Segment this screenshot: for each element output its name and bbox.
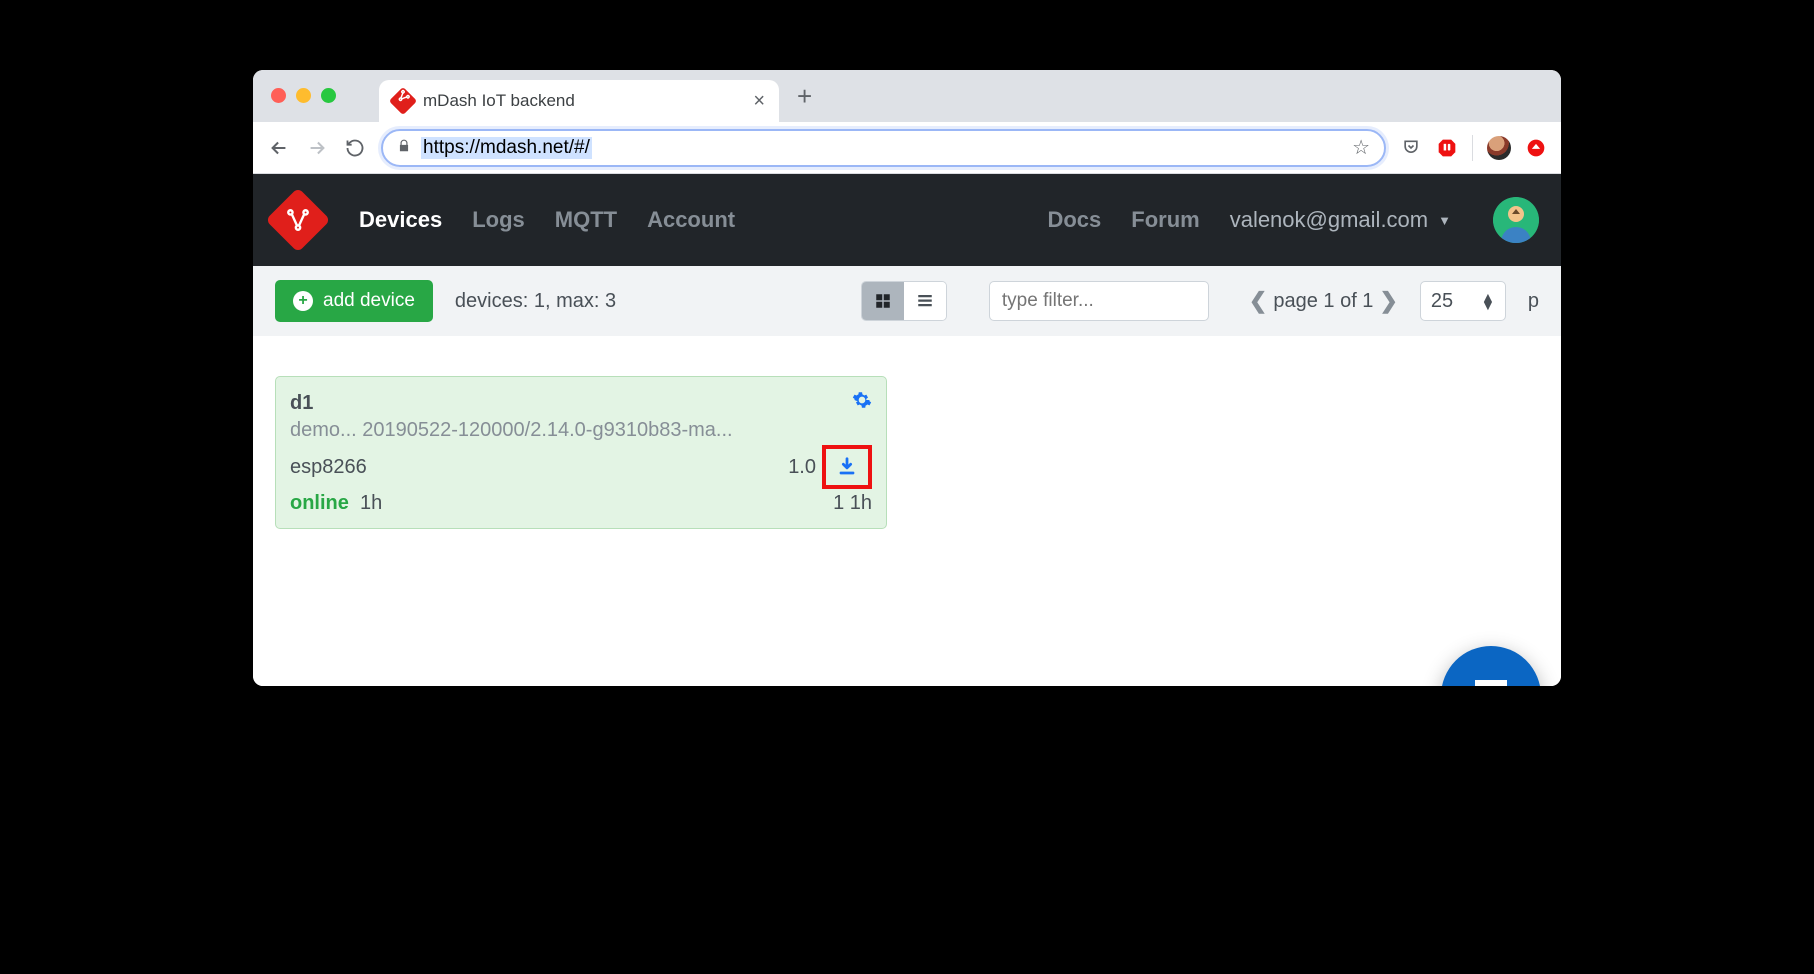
- url-text: https://mdash.net/#/: [421, 137, 592, 159]
- browser-toolbar: https://mdash.net/#/ ☆: [253, 122, 1561, 174]
- user-avatar[interactable]: [1493, 197, 1539, 243]
- device-right-stat: 1 1h: [833, 492, 872, 515]
- user-menu[interactable]: valenok@gmail.com ▼: [1230, 207, 1451, 233]
- nav-forum[interactable]: Forum: [1131, 207, 1199, 233]
- nav-account[interactable]: Account: [647, 207, 735, 233]
- user-email: valenok@gmail.com: [1230, 207, 1428, 233]
- next-page-button[interactable]: ❯: [1379, 288, 1397, 314]
- device-card[interactable]: d1 demo... 20190522-120000/2.14.0-g9310b…: [275, 376, 887, 529]
- up-arrow-icon[interactable]: [1525, 137, 1547, 159]
- bookmark-star-icon[interactable]: ☆: [1352, 135, 1370, 160]
- nav-logs[interactable]: Logs: [472, 207, 525, 233]
- truncated-text: p: [1528, 290, 1539, 313]
- brand-logo-icon[interactable]: [265, 187, 330, 252]
- browser-window: mDash IoT backend × + https://mdash.net/…: [253, 70, 1561, 686]
- new-tab-button[interactable]: +: [797, 81, 812, 112]
- device-version: 1.0: [788, 456, 816, 479]
- nav-docs[interactable]: Docs: [1047, 207, 1101, 233]
- chat-launcher-button[interactable]: [1441, 646, 1541, 686]
- device-name: d1: [290, 392, 313, 415]
- nav-back-button[interactable]: [267, 136, 291, 160]
- filter-input[interactable]: [989, 281, 1209, 321]
- device-download-button[interactable]: [822, 445, 872, 489]
- window-minimize-button[interactable]: [296, 88, 311, 103]
- device-chip: esp8266: [290, 456, 367, 479]
- page-size-select[interactable]: 25 ▲▼: [1420, 281, 1506, 321]
- lock-icon: [397, 139, 411, 157]
- plus-icon: +: [293, 291, 313, 311]
- app-header: Devices Logs MQTT Account Docs Forum val…: [253, 174, 1561, 266]
- profile-avatar-icon[interactable]: [1487, 136, 1511, 160]
- tab-close-icon[interactable]: ×: [753, 90, 765, 113]
- tab-title: mDash IoT backend: [423, 91, 743, 111]
- chat-icon: [1467, 672, 1515, 686]
- device-build: demo... 20190522-120000/2.14.0-g9310b83-…: [290, 419, 872, 442]
- nav-reload-button[interactable]: [343, 136, 367, 160]
- content-area: d1 demo... 20190522-120000/2.14.0-g9310b…: [253, 336, 1561, 686]
- select-arrows-icon: ▲▼: [1481, 293, 1495, 309]
- view-toggle: [861, 281, 947, 321]
- extension-icons: [1400, 135, 1547, 161]
- pager-text: page 1 of 1: [1273, 290, 1373, 313]
- prev-page-button[interactable]: ❮: [1249, 288, 1267, 314]
- pocket-icon[interactable]: [1400, 137, 1422, 159]
- nav-mqtt[interactable]: MQTT: [555, 207, 617, 233]
- page-size-value: 25: [1431, 290, 1453, 313]
- browser-tab[interactable]: mDash IoT backend ×: [379, 80, 779, 122]
- add-device-button[interactable]: + add device: [275, 280, 433, 322]
- grid-view-button[interactable]: [862, 282, 904, 320]
- pager: ❮ page 1 of 1 ❯: [1249, 288, 1398, 314]
- device-uptime: 1h: [360, 492, 382, 514]
- divider: [1472, 135, 1473, 161]
- address-bar[interactable]: https://mdash.net/#/ ☆: [381, 129, 1386, 167]
- controls-bar: + add device devices: 1, max: 3 ❮ page 1…: [253, 266, 1561, 336]
- list-view-button[interactable]: [904, 282, 946, 320]
- nav-devices[interactable]: Devices: [359, 207, 442, 233]
- nav-forward-button[interactable]: [305, 136, 329, 160]
- window-fullscreen-button[interactable]: [321, 88, 336, 103]
- adblock-icon[interactable]: [1436, 137, 1458, 159]
- window-controls: [271, 88, 336, 103]
- tab-favicon-icon: [389, 87, 417, 115]
- caret-down-icon: ▼: [1438, 213, 1451, 228]
- window-close-button[interactable]: [271, 88, 286, 103]
- device-count-text: devices: 1, max: 3: [455, 290, 616, 313]
- browser-tab-bar: mDash IoT backend × +: [253, 70, 1561, 122]
- device-status: online: [290, 492, 349, 514]
- device-settings-gear-icon[interactable]: [852, 390, 872, 416]
- add-device-label: add device: [323, 290, 415, 312]
